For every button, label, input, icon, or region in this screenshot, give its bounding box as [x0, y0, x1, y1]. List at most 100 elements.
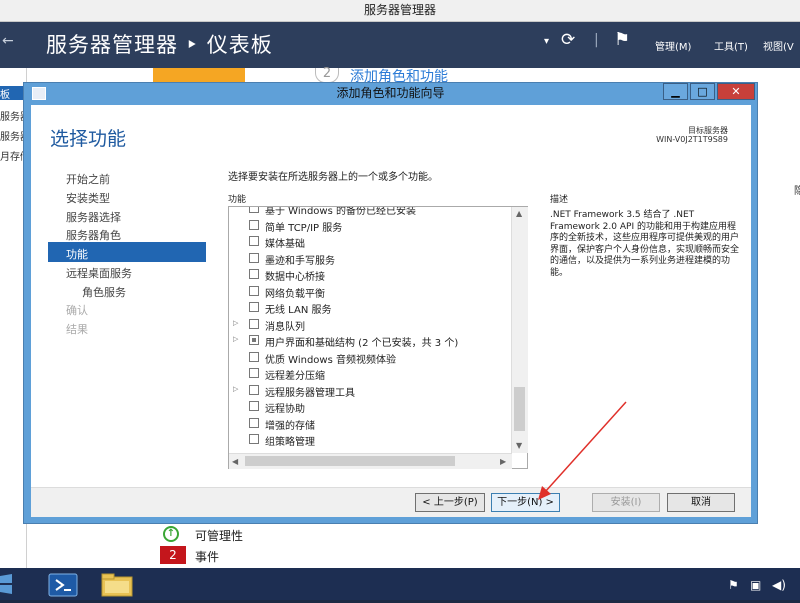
nav-features[interactable]: 功能 — [66, 246, 88, 262]
feature-row[interactable]: 墨迹和手写服务 — [229, 251, 513, 267]
server-manager-title: 服务器管理器 — [363, 3, 436, 17]
feature-description: .NET Framework 3.5 结合了 .NET Framework 2.… — [550, 210, 740, 278]
wizard-title: 添加角色和功能向导 — [336, 86, 445, 100]
feature-checkbox[interactable] — [249, 207, 259, 213]
instruction-text: 选择要安装在所选服务器上的一个或多个功能。 — [228, 172, 438, 183]
menu-tools[interactable]: 工具(T) — [714, 38, 748, 53]
features-column-header: 功能 — [228, 195, 247, 205]
feature-label: 组策略管理 — [265, 437, 315, 448]
events-label[interactable]: 事件 — [195, 548, 219, 565]
description-column-header: 描述 — [550, 195, 569, 205]
feature-label: 增强的存储 — [265, 420, 315, 432]
breadcrumb: 服务器管理器 ‣ 仪表板 — [46, 33, 273, 57]
feature-row[interactable]: 网络负载平衡 — [229, 284, 513, 300]
next-button[interactable]: 下一步(N) > — [491, 493, 560, 512]
feature-checkbox[interactable] — [249, 285, 259, 296]
scroll-up-icon[interactable]: ▲ — [516, 209, 522, 218]
events-count-badge: 2 — [160, 546, 186, 564]
menu-manage[interactable]: 管理(M) — [655, 38, 691, 53]
feature-checkbox[interactable] — [249, 302, 259, 312]
feature-label: 基于 Windows 的备份已经已安装 — [265, 206, 416, 217]
feature-label: 数据中心桥接 — [265, 272, 325, 283]
nav-results: 结果 — [66, 323, 88, 336]
feature-label: 远程协助 — [265, 404, 305, 415]
nav-role-services[interactable]: 角色服务 — [82, 284, 126, 300]
close-button[interactable]: ✕ — [717, 83, 755, 100]
volume-icon[interactable]: ◀) — [772, 578, 786, 592]
feature-row[interactable]: 数据中心桥接 — [229, 267, 513, 283]
network-icon[interactable]: ▣ — [750, 578, 761, 592]
back-arrow-icon[interactable]: ← — [2, 33, 14, 49]
separator: | — [594, 32, 599, 48]
maximize-button[interactable]: □ — [690, 83, 715, 100]
feature-label: 简单 TCP/IP 服务 — [265, 222, 343, 234]
scroll-right-icon[interactable]: ▶ — [500, 457, 506, 466]
feature-checkbox[interactable] — [249, 318, 259, 329]
expand-icon[interactable]: ▷ — [233, 319, 238, 327]
feature-checkbox[interactable] — [249, 368, 259, 378]
target-server-name: WIN-V0J2T1T9S89 — [656, 135, 728, 144]
feature-row[interactable]: 基于 Windows 的备份已经已安装 — [229, 206, 513, 217]
nav-remote-desktop-services[interactable]: 远程桌面服务 — [66, 265, 132, 281]
feature-checkbox[interactable] — [249, 401, 259, 411]
menu-view[interactable]: 视图(V — [763, 38, 794, 53]
feature-row[interactable]: 无线 LAN 服务 — [229, 300, 513, 316]
feature-row[interactable]: 远程协助 — [229, 399, 513, 415]
feature-checkbox[interactable] — [249, 434, 259, 444]
feature-checkbox[interactable] — [249, 351, 259, 362]
flag-icon[interactable]: ⚑ — [614, 29, 630, 50]
feature-label: 远程服务器管理工具 — [265, 387, 355, 399]
feature-row[interactable]: 组策略管理 — [229, 432, 513, 448]
feature-row[interactable]: 远程差分压缩 — [229, 366, 513, 382]
scroll-down-icon[interactable]: ▼ — [516, 441, 522, 450]
feature-row[interactable]: 媒体基础 — [229, 234, 513, 250]
feature-checkbox[interactable] — [249, 269, 259, 279]
feature-checkbox[interactable] — [249, 219, 259, 230]
feature-label: 无线 LAN 服务 — [265, 305, 332, 316]
hide-link[interactable]: 隐 — [794, 182, 800, 197]
features-list[interactable]: 基于 Windows 的备份已经已安装 简单 TCP/IP 服务 媒体基础墨迹和手写… — [228, 206, 528, 469]
file-explorer-icon[interactable] — [92, 571, 142, 599]
feature-checkbox[interactable] — [249, 335, 259, 345]
action-center-flag-icon[interactable]: ⚑ — [728, 578, 739, 592]
cancel-button[interactable]: 取消 — [667, 493, 735, 512]
feature-row[interactable]: 增强的存储 — [229, 416, 513, 432]
feature-checkbox[interactable] — [249, 252, 259, 263]
dropdown-icon[interactable]: ▾ — [544, 36, 549, 47]
nav-server-roles[interactable]: 服务器角色 — [66, 227, 121, 243]
feature-checkbox[interactable] — [249, 417, 259, 428]
feature-label: 远程差分压缩 — [265, 371, 325, 382]
feature-label: 网络负载平衡 — [265, 288, 325, 300]
feature-row[interactable]: 优质 Windows 音频视频体验 — [229, 350, 513, 366]
powershell-icon[interactable] — [40, 571, 90, 599]
feature-row[interactable]: ▷ 消息队列 — [229, 317, 513, 333]
nav-installation-type[interactable]: 安装类型 — [66, 190, 110, 206]
features-horizontal-scrollbar[interactable]: ◀ ▶ — [229, 453, 512, 469]
feature-row[interactable]: ▷ 远程服务器管理工具 — [229, 383, 513, 399]
feature-row[interactable]: ▷ 用户界面和基础结构 (2 个已安装，共 3 个) — [229, 333, 513, 349]
quick-start-tile — [153, 68, 245, 82]
feature-label: 优质 Windows 音频视频体验 — [265, 354, 396, 366]
nav-server-selection[interactable]: 服务器选择 — [66, 209, 121, 225]
feature-checkbox[interactable] — [249, 384, 259, 395]
manageability-ok-icon: ↑ — [163, 526, 179, 542]
expand-icon[interactable]: ▷ — [233, 335, 238, 343]
refresh-icon[interactable]: ⟳ — [561, 30, 575, 50]
nav-confirmation: 确认 — [66, 304, 88, 317]
feature-row[interactable]: 简单 TCP/IP 服务 — [229, 218, 513, 234]
feature-label: 用户界面和基础结构 (2 个已安装，共 3 个) — [265, 338, 459, 349]
scroll-left-icon[interactable]: ◀ — [232, 457, 238, 466]
scroll-thumb[interactable] — [514, 387, 525, 431]
features-vertical-scrollbar[interactable]: ▲ ▼ — [511, 207, 528, 453]
feature-label: 墨迹和手写服务 — [265, 255, 335, 267]
feature-label: 媒体基础 — [265, 239, 305, 250]
start-icon[interactable] — [0, 572, 14, 596]
install-button: 安装(I) — [592, 493, 660, 512]
nav-before-you-begin[interactable]: 开始之前 — [66, 171, 110, 187]
feature-checkbox[interactable] — [249, 236, 259, 246]
expand-icon[interactable]: ▷ — [233, 385, 238, 393]
prev-button[interactable]: < 上一步(P) — [415, 493, 485, 512]
manageability-label[interactable]: 可管理性 — [195, 527, 243, 544]
horizontal-scroll-thumb[interactable] — [245, 456, 455, 466]
minimize-button[interactable]: ▁ — [663, 83, 688, 100]
